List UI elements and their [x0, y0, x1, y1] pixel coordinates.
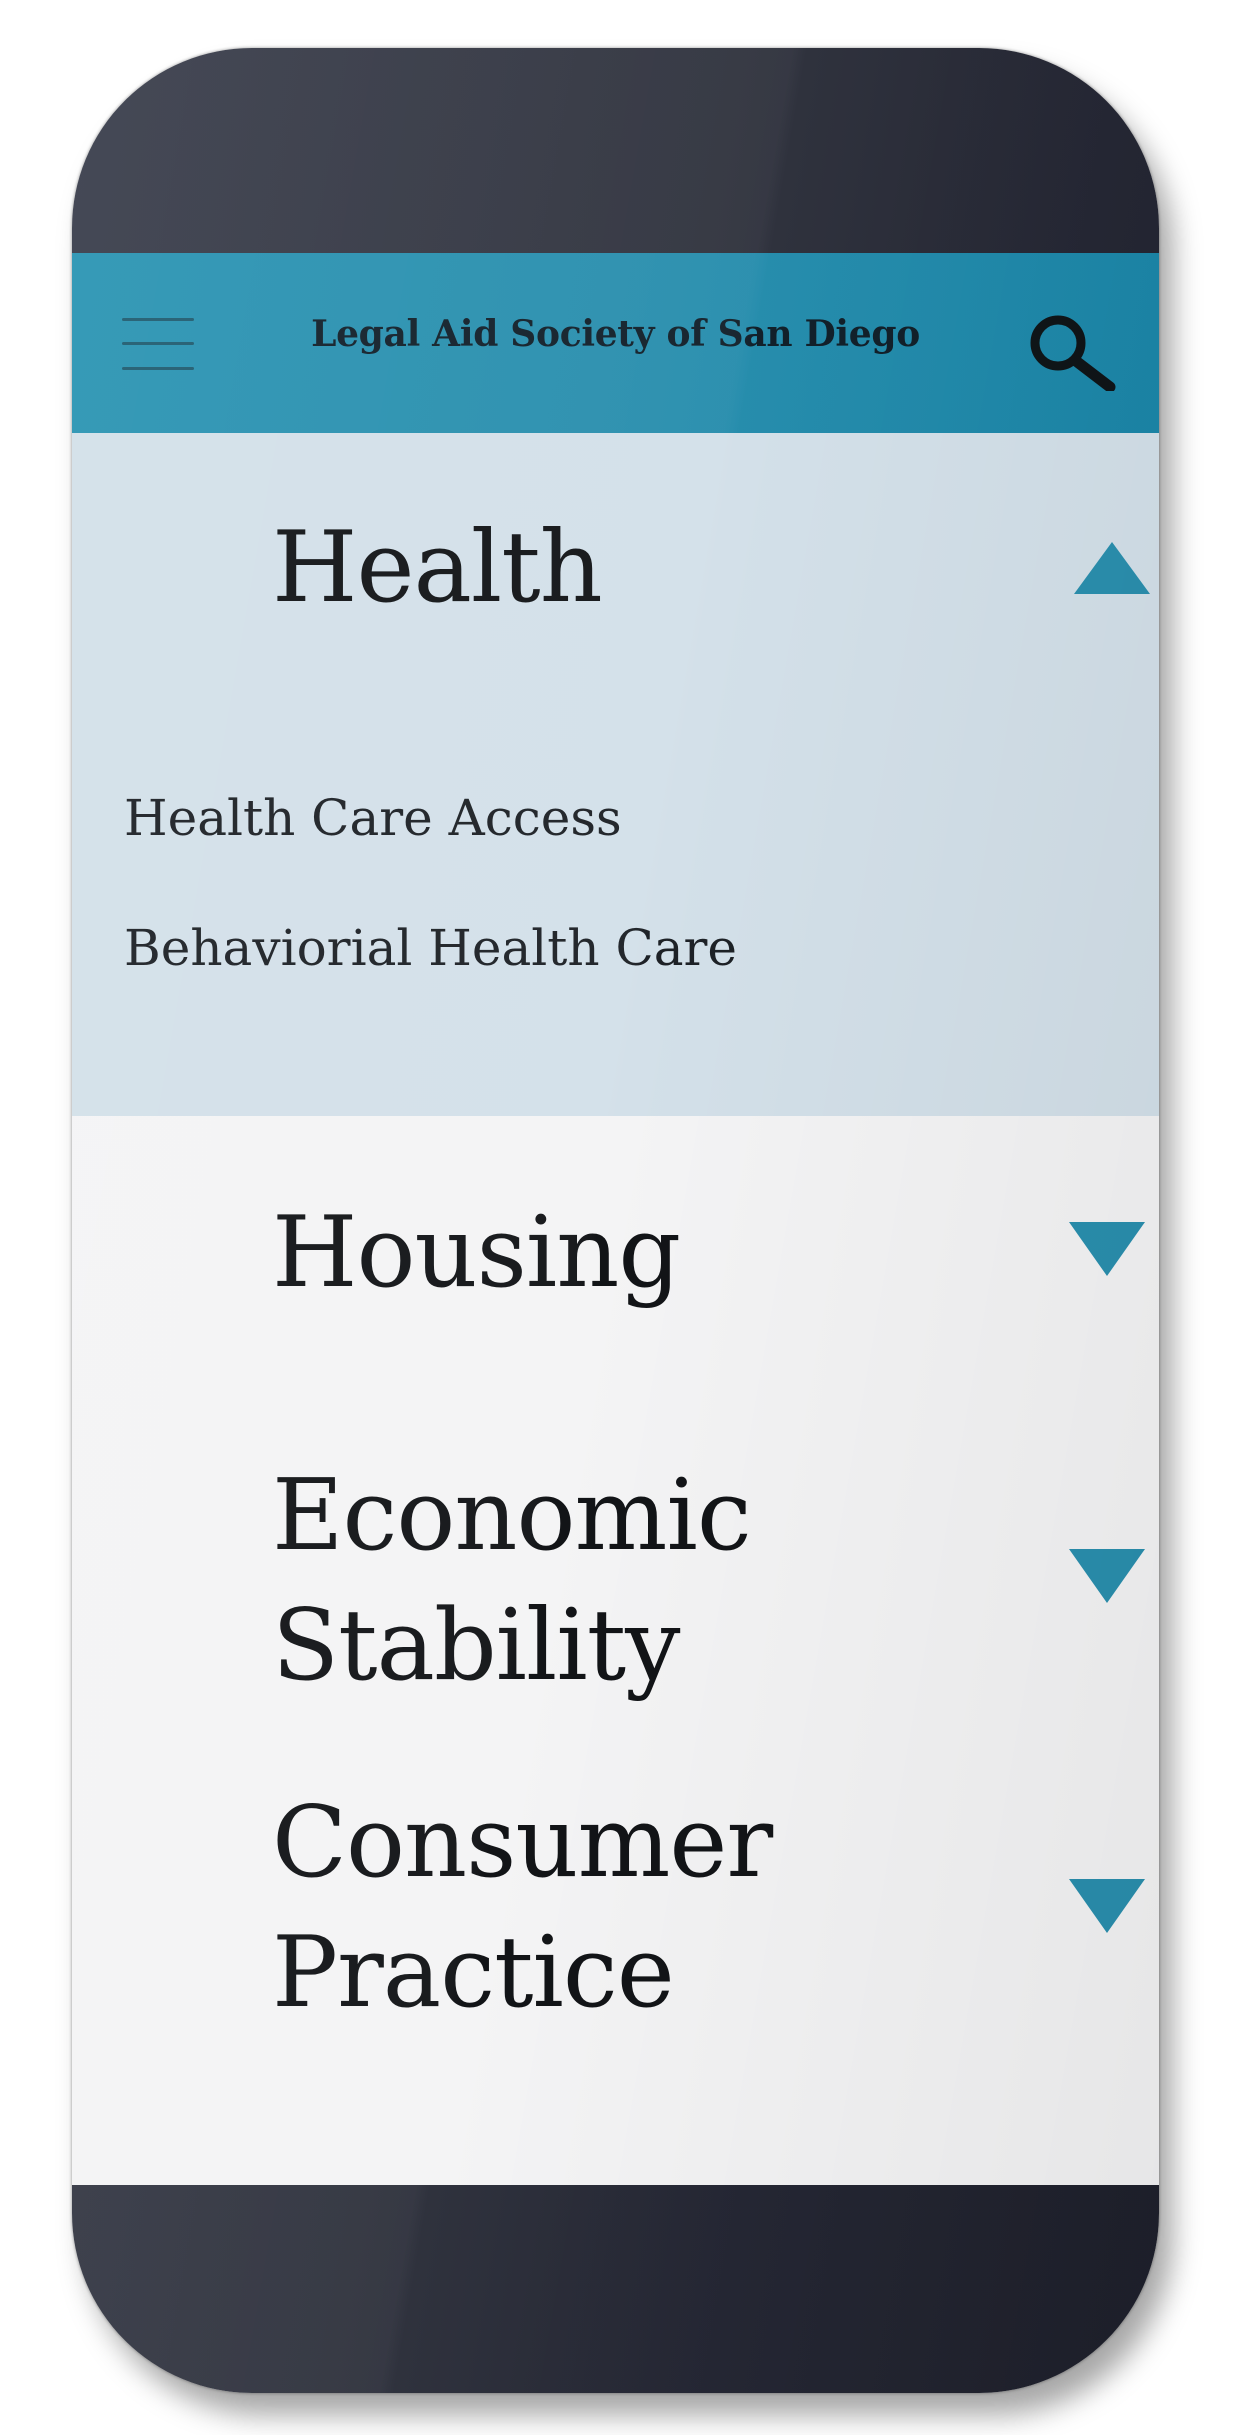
- expand-toggle-economic-stability[interactable]: [1067, 1545, 1147, 1605]
- expand-toggle-housing[interactable]: [1067, 1218, 1147, 1278]
- section-title-economic-stability[interactable]: Economic Stability: [272, 1451, 752, 1711]
- app-screen: Legal Aid Society of San Diego Health He…: [72, 253, 1159, 2185]
- triangle-up-icon: [1074, 542, 1150, 594]
- sub-link-health-care-access[interactable]: Health Care Access: [124, 783, 622, 853]
- section-title-housing[interactable]: Housing: [272, 1188, 681, 1318]
- triangle-down-icon: [1069, 1222, 1145, 1276]
- app-header: Legal Aid Society of San Diego: [72, 253, 1159, 433]
- section-title-line: Consumer: [272, 1786, 773, 1900]
- app-title: Legal Aid Society of San Diego: [311, 313, 920, 355]
- menu-button[interactable]: [122, 318, 194, 370]
- triangle-down-icon: [1069, 1549, 1145, 1603]
- section-title-line: Housing: [272, 1196, 681, 1310]
- section-title-line: Economic: [272, 1459, 752, 1573]
- section-title-health[interactable]: Health: [272, 503, 603, 633]
- section-title-line: Stability: [272, 1589, 680, 1703]
- hamburger-icon-line: [122, 367, 194, 370]
- hamburger-icon: [122, 318, 194, 321]
- hamburger-icon-line: [122, 342, 194, 345]
- section-health: Health Health Care Access Behaviorial He…: [72, 433, 1159, 1116]
- search-button[interactable]: [1022, 311, 1122, 393]
- expand-toggle-consumer-practice[interactable]: [1067, 1875, 1147, 1935]
- collapse-toggle-health[interactable]: [1072, 538, 1152, 598]
- search-icon: [1030, 315, 1116, 393]
- section-title-line: Practice: [272, 1916, 675, 2030]
- sub-link-behaviorial-health-care[interactable]: Behaviorial Health Care: [124, 913, 737, 983]
- section-title-consumer-practice[interactable]: Consumer Practice: [272, 1778, 773, 2038]
- phone-frame: Legal Aid Society of San Diego Health He…: [72, 48, 1159, 2393]
- section-title-line: Health: [272, 511, 603, 625]
- triangle-down-icon: [1069, 1879, 1145, 1933]
